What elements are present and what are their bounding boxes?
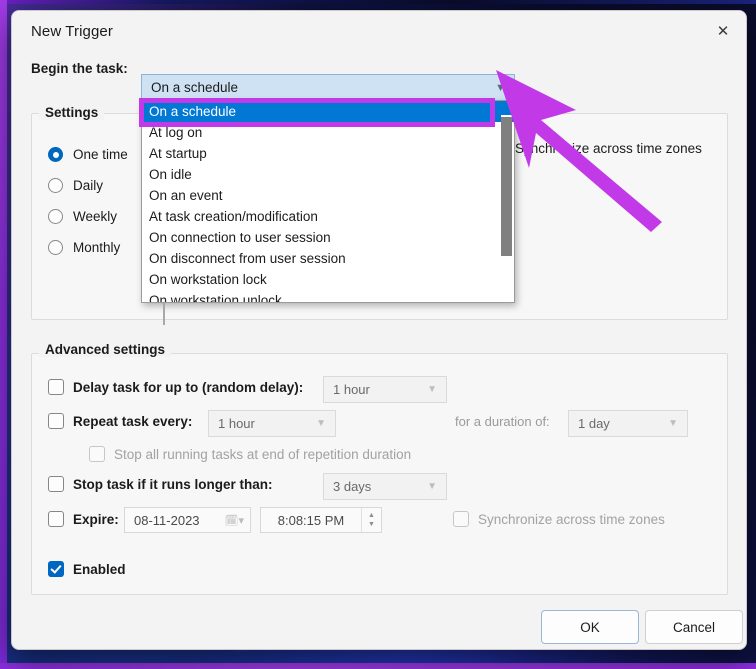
enabled-label: Enabled bbox=[73, 561, 126, 577]
settings-sync-timezones-label: Synchronize across time zones bbox=[515, 141, 702, 156]
expire-time-value: 8:08:15 PM bbox=[277, 512, 345, 528]
enabled-checkbox-row[interactable]: Enabled bbox=[48, 561, 126, 577]
new-trigger-dialog: New Trigger ✕ Begin the task: On a sched… bbox=[11, 10, 747, 650]
chevron-down-icon: ▼ bbox=[427, 384, 437, 395]
dropdown-item[interactable]: On an event bbox=[142, 185, 514, 206]
dialog-title: New Trigger bbox=[31, 23, 113, 40]
radio-label: Weekly bbox=[73, 209, 118, 224]
dropdown-item[interactable]: At startup bbox=[142, 143, 514, 164]
stop-task-label: Stop task if it runs longer than: bbox=[73, 476, 273, 492]
radio-label: Monthly bbox=[73, 240, 121, 255]
begin-task-dropdown-list[interactable]: On a schedule At log on At startup On idle O… bbox=[141, 100, 515, 303]
screen-edge-left-purple bbox=[0, 0, 7, 669]
expire-date-input[interactable]: 08-11-2023 🗓▾ bbox=[124, 507, 251, 533]
expire-checkbox-row[interactable]: Expire: bbox=[48, 511, 119, 527]
calendar-icon[interactable]: 🗓▾ bbox=[225, 514, 251, 527]
radio-monthly[interactable]: Monthly bbox=[48, 240, 120, 255]
advanced-settings-title: Advanced settings bbox=[39, 342, 172, 357]
checkbox-indicator bbox=[48, 511, 64, 527]
checkbox-indicator bbox=[48, 379, 64, 395]
radio-indicator bbox=[48, 240, 63, 255]
repeat-task-checkbox-row[interactable]: Repeat task every: bbox=[48, 413, 192, 429]
repeat-duration-dropdown[interactable]: 1 day ▼ bbox=[568, 410, 688, 437]
dropdown-scrollbar-thumb[interactable] bbox=[501, 117, 512, 256]
repeat-interval-value: 1 hour bbox=[218, 416, 255, 431]
begin-task-value: On a schedule bbox=[151, 80, 239, 95]
checkbox-indicator bbox=[48, 413, 64, 429]
dialog-titlebar: New Trigger ✕ bbox=[12, 11, 746, 53]
delay-task-value: 1 hour bbox=[333, 382, 370, 397]
begin-task-row: Begin the task: On a schedule ▼ bbox=[12, 53, 746, 101]
duration-label: for a duration of: bbox=[455, 414, 550, 429]
checkbox-indicator bbox=[48, 476, 64, 492]
dropdown-item[interactable]: At task creation/modification bbox=[142, 206, 514, 227]
checkbox-indicator bbox=[453, 511, 469, 527]
dropdown-item[interactable]: On connection to user session bbox=[142, 227, 514, 248]
delay-task-dropdown[interactable]: 1 hour ▼ bbox=[323, 376, 447, 403]
chevron-down-icon: ▼ bbox=[427, 481, 437, 492]
delay-task-checkbox-row[interactable]: Delay task for up to (random delay): bbox=[48, 379, 303, 395]
chevron-down-icon[interactable]: ▼ bbox=[495, 82, 506, 94]
radio-daily[interactable]: Daily bbox=[48, 178, 103, 193]
checkbox-indicator bbox=[89, 446, 105, 462]
repeat-task-label: Repeat task every: bbox=[73, 413, 193, 429]
dropdown-item[interactable]: On workstation lock bbox=[142, 269, 514, 290]
radio-indicator bbox=[48, 147, 63, 162]
radio-one-time[interactable]: One time bbox=[48, 147, 128, 162]
radio-weekly[interactable]: Weekly bbox=[48, 209, 117, 224]
chevron-down-icon: ▼ bbox=[668, 418, 678, 429]
dropdown-item[interactable]: On idle bbox=[142, 164, 514, 185]
stop-task-duration-value: 3 days bbox=[333, 479, 372, 494]
radio-label: Daily bbox=[73, 178, 104, 193]
stop-task-checkbox-row[interactable]: Stop task if it runs longer than: bbox=[48, 476, 273, 492]
close-icon[interactable]: ✕ bbox=[700, 11, 746, 51]
checkbox-indicator bbox=[48, 561, 64, 577]
repeat-duration-value: 1 day bbox=[578, 416, 610, 431]
ok-button[interactable]: OK bbox=[541, 610, 639, 644]
radio-label: One time bbox=[73, 147, 128, 162]
expire-sync-timezones-label: Synchronize across time zones bbox=[478, 511, 665, 527]
time-spinner[interactable]: ▲ ▼ bbox=[361, 508, 381, 532]
expire-time-input[interactable]: 8:08:15 PM ▲ ▼ bbox=[260, 507, 382, 533]
repeat-interval-dropdown[interactable]: 1 hour ▼ bbox=[208, 410, 336, 437]
dropdown-item[interactable]: On a schedule bbox=[142, 101, 514, 122]
dropdown-item[interactable]: On workstation unlock bbox=[142, 290, 514, 302]
dropdown-connector-stem bbox=[163, 303, 165, 325]
begin-task-label: Begin the task: bbox=[31, 61, 128, 76]
stop-all-running-tasks-checkbox-row[interactable]: Stop all running tasks at end of repetit… bbox=[89, 446, 411, 462]
screen-edge-bottom-purple bbox=[0, 663, 756, 669]
radio-indicator bbox=[48, 209, 63, 224]
dropdown-items: On a schedule At log on At startup On idle O… bbox=[142, 101, 514, 302]
expire-sync-timezones-checkbox-row[interactable]: Synchronize across time zones bbox=[453, 511, 665, 527]
cancel-button[interactable]: Cancel bbox=[645, 610, 743, 644]
expire-label: Expire: bbox=[73, 511, 119, 527]
stop-all-running-tasks-label: Stop all running tasks at end of repetit… bbox=[114, 446, 412, 462]
dropdown-item[interactable]: At log on bbox=[142, 122, 514, 143]
screen-edge-top bbox=[0, 0, 756, 4]
dropdown-item[interactable]: On disconnect from user session bbox=[142, 248, 514, 269]
stop-task-duration-dropdown[interactable]: 3 days ▼ bbox=[323, 473, 447, 500]
begin-task-combobox[interactable]: On a schedule ▼ bbox=[141, 74, 515, 101]
settings-group-title: Settings bbox=[39, 105, 105, 120]
chevron-down-icon: ▼ bbox=[316, 418, 326, 429]
expire-date-value: 08-11-2023 bbox=[134, 512, 200, 528]
delay-task-label: Delay task for up to (random delay): bbox=[73, 379, 304, 395]
radio-indicator bbox=[48, 178, 63, 193]
